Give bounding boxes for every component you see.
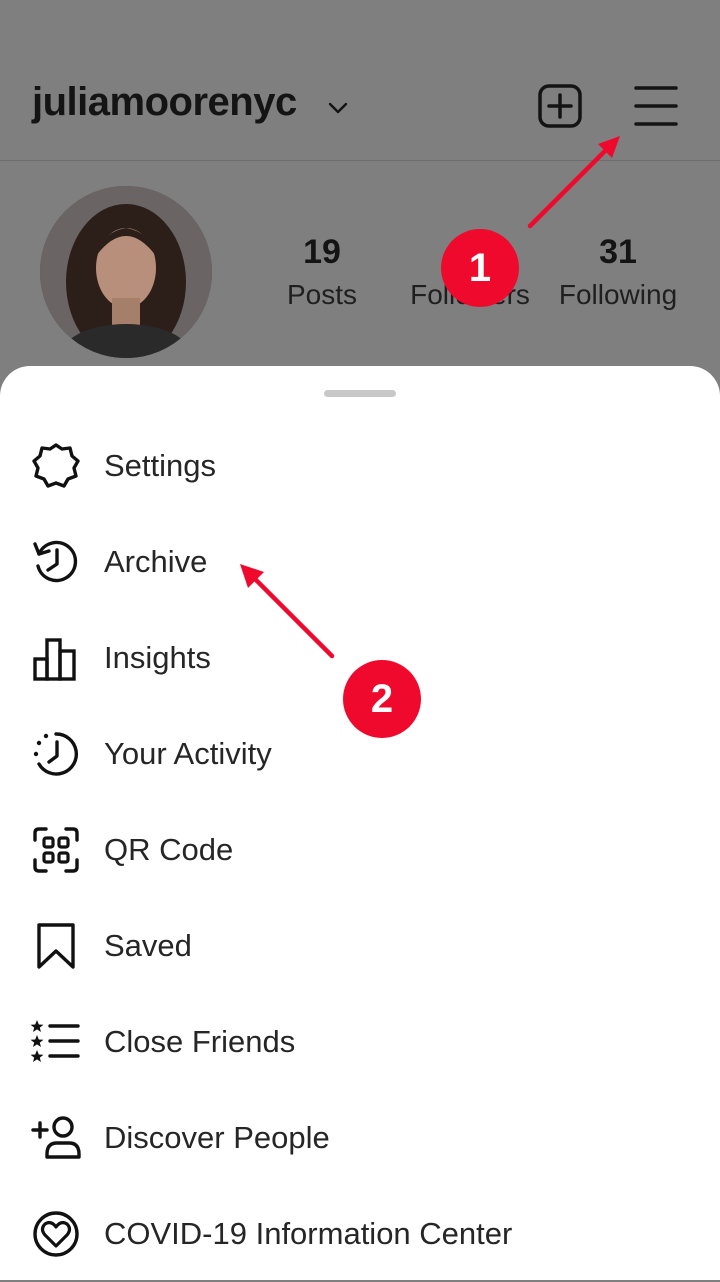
- star-list-icon: [30, 1020, 80, 1062]
- menu-item-qr-code[interactable]: QR Code: [0, 802, 720, 898]
- following-count: 31: [599, 233, 637, 271]
- menu-item-label: Insights: [104, 640, 211, 675]
- following-stat[interactable]: 31 Following: [538, 232, 698, 312]
- menu-item-label: Your Activity: [104, 736, 272, 771]
- menu-bottom-sheet: Settings Archive Insights Your Activity: [0, 366, 720, 1280]
- menu-item-close-friends[interactable]: Close Friends: [0, 994, 720, 1090]
- menu-item-settings[interactable]: Settings: [0, 418, 720, 514]
- add-person-icon: [31, 1116, 81, 1159]
- archive-history-icon: [33, 540, 78, 583]
- menu-item-label: Archive: [104, 544, 208, 579]
- posts-label: Posts: [286, 279, 358, 310]
- username[interactable]: juliamoorenyc: [32, 80, 297, 125]
- step-badge-2: 2: [343, 660, 421, 738]
- following-label: Following: [558, 279, 678, 310]
- heart-in-circle-icon: [33, 1211, 79, 1257]
- settings-gear-icon: [32, 443, 80, 488]
- menu-item-covid-info[interactable]: COVID-19 Information Center: [0, 1186, 720, 1282]
- qr-code-icon: [33, 827, 79, 873]
- menu-item-label: Close Friends: [104, 1024, 296, 1059]
- menu-item-archive[interactable]: Archive: [0, 514, 720, 610]
- menu-item-label: Discover People: [104, 1120, 330, 1155]
- activity-clock-icon: [33, 732, 78, 776]
- posts-stat[interactable]: 19 Posts: [242, 232, 402, 312]
- menu-item-label: COVID-19 Information Center: [104, 1216, 513, 1251]
- header-divider: [0, 160, 720, 161]
- hamburger-menu-icon[interactable]: [632, 82, 680, 130]
- menu-item-discover-people[interactable]: Discover People: [0, 1090, 720, 1186]
- posts-count: 19: [303, 233, 341, 271]
- profile-header: juliamoorenyc: [0, 0, 720, 160]
- bookmark-icon: [37, 923, 75, 969]
- menu-item-saved[interactable]: Saved: [0, 898, 720, 994]
- menu-item-label: Settings: [104, 448, 217, 483]
- plus-square-icon[interactable]: [536, 82, 584, 130]
- sheet-drag-handle[interactable]: [324, 390, 396, 397]
- bar-chart-icon: [33, 638, 76, 681]
- avatar[interactable]: [40, 186, 212, 358]
- step-badge-1: 1: [441, 229, 519, 307]
- chevron-down-icon[interactable]: [326, 96, 350, 120]
- menu-item-label: QR Code: [104, 832, 234, 867]
- menu-item-label: Saved: [104, 928, 192, 963]
